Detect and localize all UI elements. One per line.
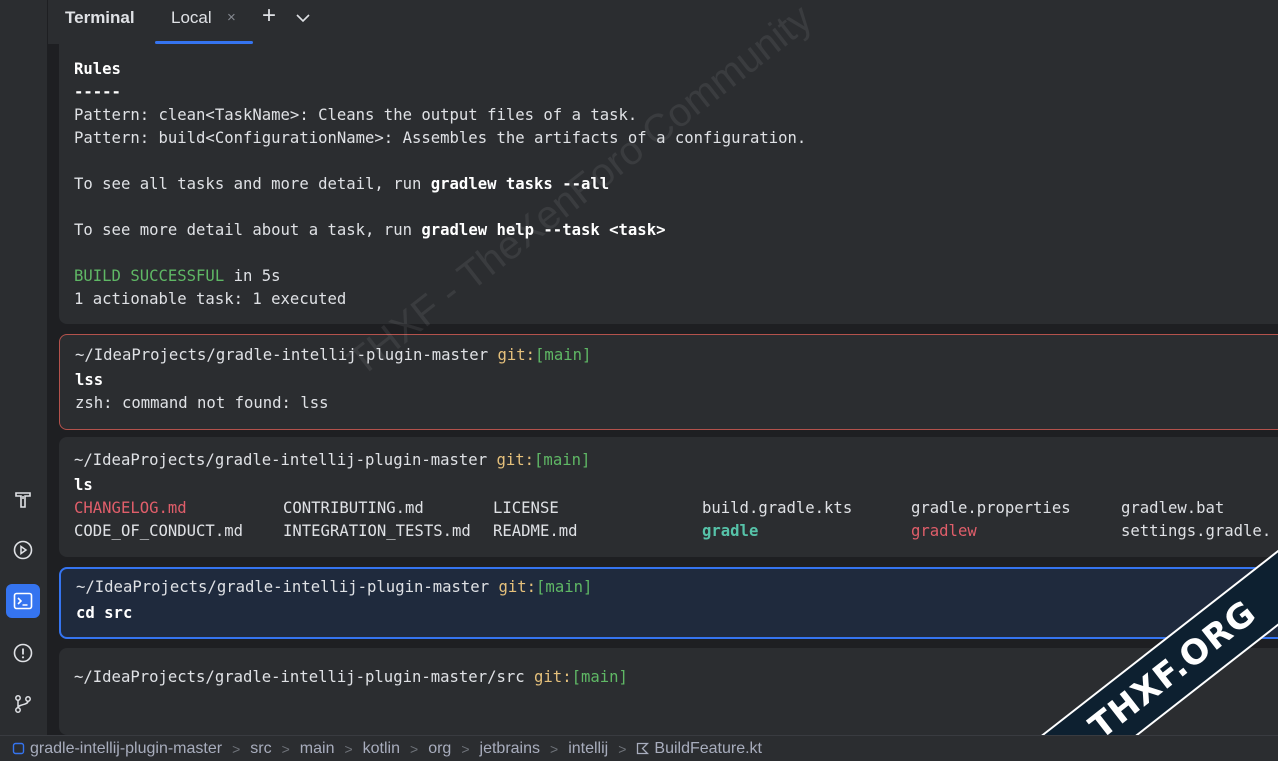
breadcrumb: gradle-intellij-plugin-master > src > ma…: [0, 735, 1278, 761]
new-tab-button[interactable]: +: [258, 4, 280, 30]
prompt-line: ~/IdeaProjects/gradle-intellij-plugin-ma…: [75, 346, 591, 364]
entered-command: lss: [75, 371, 104, 389]
prompt-line: ~/IdeaProjects/gradle-intellij-plugin-ma…: [76, 578, 592, 596]
prompt-path: ~/IdeaProjects/gradle-intellij-plugin-ma…: [76, 578, 490, 596]
breadcrumb-separator: >: [232, 740, 241, 757]
breadcrumb-item[interactable]: intellij: [568, 740, 608, 758]
pattern-build-line: Pattern: build<ConfigurationName>: Assem…: [74, 129, 807, 147]
close-icon[interactable]: ×: [227, 9, 236, 26]
entered-command: cd src: [76, 604, 133, 622]
build-status-line: BUILD SUCCESSFUL in 5s: [74, 267, 281, 285]
build-time: in 5s: [224, 267, 281, 285]
ls-entry: CHANGELOG.md: [74, 499, 187, 517]
ls-entry: gradlew.bat: [1121, 499, 1225, 517]
command-output-block: Rules ----- Pattern: clean<TaskName>: Cl…: [59, 44, 1278, 324]
prompt-path: ~/IdeaProjects/gradle-intellij-plugin-ma…: [74, 668, 525, 686]
git-branch: [main]: [535, 346, 592, 364]
selected-command-block[interactable]: ~/IdeaProjects/gradle-intellij-plugin-ma…: [59, 567, 1278, 639]
ls-entry: gradle.properties: [911, 499, 1071, 517]
breadcrumb-separator: >: [461, 740, 470, 757]
breadcrumb-separator: >: [344, 740, 353, 757]
breadcrumb-item[interactable]: main: [300, 740, 335, 758]
actionable-line: 1 actionable task: 1 executed: [74, 290, 347, 308]
tab-label: Local: [171, 8, 212, 27]
see-all-text: To see all tasks and more detail, run: [74, 175, 431, 193]
run-icon[interactable]: [6, 533, 40, 567]
ls-command-block[interactable]: ~/IdeaProjects/gradle-intellij-plugin-ma…: [59, 437, 1278, 557]
ls-entry: CONTRIBUTING.md: [283, 499, 424, 517]
error-command-block[interactable]: ~/IdeaProjects/gradle-intellij-plugin-ma…: [59, 334, 1278, 430]
ls-entry-directory: gradle: [702, 522, 759, 540]
git-label: git:: [496, 451, 535, 469]
breadcrumb-item[interactable]: kotlin: [363, 740, 400, 758]
left-tool-strip: [0, 0, 48, 735]
ls-entry: README.md: [493, 522, 578, 540]
breadcrumb-item[interactable]: gradle-intellij-plugin-master: [30, 740, 222, 758]
breadcrumb-item[interactable]: src: [250, 740, 271, 758]
see-more-text: To see more detail about a task, run: [74, 221, 422, 239]
chevron-down-icon[interactable]: [293, 8, 313, 28]
build-successful-label: BUILD SUCCESSFUL: [74, 267, 225, 285]
entered-command: ls: [74, 476, 93, 494]
terminal-tab-bar: Terminal Local × +: [48, 0, 1278, 44]
breadcrumb-separator: >: [550, 740, 559, 757]
kotlin-file-icon: [636, 742, 650, 755]
prompt-path: ~/IdeaProjects/gradle-intellij-plugin-ma…: [74, 451, 488, 469]
prompt-line: ~/IdeaProjects/gradle-intellij-plugin-ma…: [74, 668, 628, 686]
ls-entry: LICENSE: [493, 499, 559, 517]
breadcrumb-separator: >: [618, 740, 627, 757]
see-more-command: gradlew help --task <task>: [421, 221, 666, 239]
pattern-clean-line: Pattern: clean<TaskName>: Cleans the out…: [74, 106, 638, 124]
ls-entry: settings.gradle.: [1121, 522, 1272, 540]
ls-entry-executable: gradlew: [911, 522, 977, 540]
problems-icon[interactable]: [6, 636, 40, 670]
ls-entry: CODE_OF_CONDUCT.md: [74, 522, 243, 540]
breadcrumb-separator: >: [410, 740, 419, 757]
rules-heading: Rules: [74, 60, 121, 78]
git-label: git:: [498, 578, 537, 596]
see-all-line: To see all tasks and more detail, run gr…: [74, 175, 609, 193]
build-hammer-icon[interactable]: [6, 483, 40, 517]
terminal-icon[interactable]: [6, 584, 40, 618]
tool-window-title: Terminal: [65, 8, 135, 27]
git-branch-icon[interactable]: [6, 687, 40, 721]
git-branch: [main]: [534, 451, 591, 469]
module-icon: [12, 742, 25, 755]
git-label: git:: [534, 668, 572, 686]
breadcrumb-item[interactable]: jetbrains: [480, 740, 540, 758]
breadcrumb-separator: >: [281, 740, 290, 757]
tab-local[interactable]: Local ×: [155, 0, 253, 44]
see-all-command: gradlew tasks --all: [430, 175, 610, 193]
prompt-path: ~/IdeaProjects/gradle-intellij-plugin-ma…: [75, 346, 489, 364]
breadcrumb-item[interactable]: BuildFeature.kt: [654, 740, 762, 758]
prompt-line: ~/IdeaProjects/gradle-intellij-plugin-ma…: [74, 451, 590, 469]
git-branch: [main]: [571, 668, 628, 686]
rules-underline: -----: [74, 83, 121, 101]
terminal-output[interactable]: Rules ----- Pattern: clean<TaskName>: Cl…: [48, 44, 1278, 735]
git-branch: [main]: [536, 578, 593, 596]
ls-entry: INTEGRATION_TESTS.md: [283, 522, 471, 540]
breadcrumb-item[interactable]: org: [428, 740, 451, 758]
git-label: git:: [497, 346, 536, 364]
see-more-line: To see more detail about a task, run gra…: [74, 221, 665, 239]
ls-entry: build.gradle.kts: [702, 499, 853, 517]
error-message: zsh: command not found: lss: [75, 394, 329, 412]
